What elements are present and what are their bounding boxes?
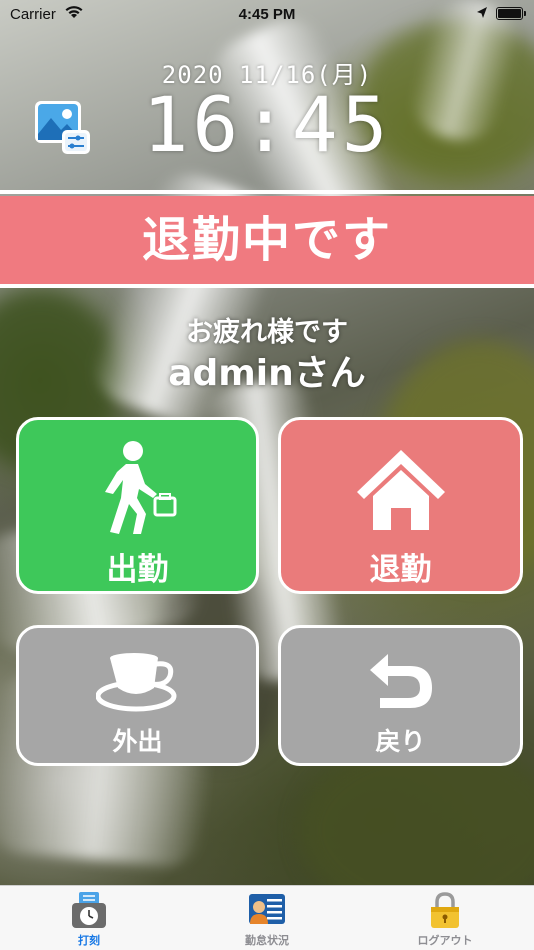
- go-out-label: 外出: [112, 727, 163, 756]
- businessman-walking-icon: [104, 441, 176, 534]
- return-arrow-icon: [369, 654, 432, 708]
- banner-bottom-border: [0, 284, 534, 288]
- tab-timecard-label: 打刻: [78, 934, 100, 947]
- clock-in-label: 出勤: [106, 552, 169, 588]
- timecard-clock-icon: [72, 892, 106, 928]
- clock-out-button[interactable]: 退勤: [278, 417, 523, 594]
- tab-logout-label: ログアウト: [417, 934, 473, 947]
- go-out-button[interactable]: 外出: [16, 625, 259, 766]
- return-button[interactable]: 戻り: [278, 625, 523, 766]
- battery-icon: [496, 7, 526, 20]
- status-time: 4:45 PM: [238, 6, 296, 23]
- tab-bar: 打刻 勤怠状況 ログアウト: [0, 885, 534, 950]
- tab-timecard[interactable]: 打刻: [0, 886, 178, 950]
- padlock-icon: [431, 892, 459, 928]
- clock-in-button[interactable]: 出勤: [16, 417, 259, 594]
- status-bar: Carrier 4:45 PM: [0, 0, 534, 30]
- location-arrow-icon: [477, 7, 487, 18]
- banner-top-border: [0, 190, 534, 194]
- tab-attendance-status-label: 勤怠状況: [245, 934, 289, 947]
- tab-logout[interactable]: ログアウト: [356, 886, 534, 950]
- home-icon: [356, 450, 445, 530]
- employee-list-icon: [249, 894, 285, 924]
- status-banner: 退勤中です: [0, 196, 534, 284]
- return-label: 戻り: [375, 727, 426, 756]
- tab-attendance-status[interactable]: 勤怠状況: [178, 886, 356, 950]
- coffee-cup-icon: [95, 653, 176, 712]
- clock-out-label: 退勤: [369, 552, 432, 588]
- user-name: adminさん: [168, 353, 366, 394]
- change-background-image-icon[interactable]: [34, 100, 90, 154]
